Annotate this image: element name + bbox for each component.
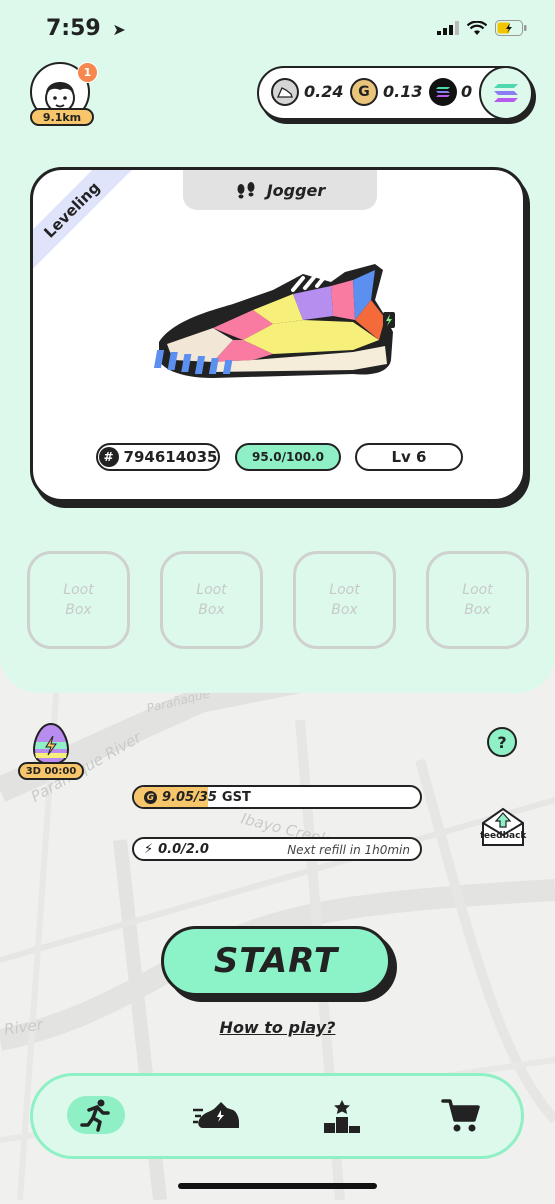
- home-indicator: [178, 1183, 377, 1189]
- gmt-balance: 0.13: [383, 82, 423, 101]
- solana-wallet-button[interactable]: [479, 66, 533, 120]
- wallet-bar[interactable]: 0.24 G 0.13 0: [257, 66, 533, 120]
- nav-sneakers[interactable]: [189, 1094, 245, 1138]
- sneaker-image: [153, 264, 395, 378]
- level-pill: Lv 6: [355, 443, 463, 471]
- cart-icon: [441, 1099, 480, 1132]
- cellular-signal-icon: [437, 21, 459, 35]
- sneaker-card[interactable]: Leveling Jogger # 794614035 95.0/100.0 L…: [30, 167, 526, 502]
- sol-balance: 0: [461, 82, 473, 101]
- location-arrow-icon: ➤: [112, 20, 126, 39]
- feedback-label: feedback: [480, 831, 527, 841]
- loot-box-slot[interactable]: Loot Box: [160, 551, 263, 649]
- status-ribbon: Leveling: [33, 170, 143, 280]
- loot-box-slot[interactable]: Loot Box: [27, 551, 130, 649]
- status-time: 7:59 ➤: [46, 16, 126, 41]
- sneaker-type-label: Jogger: [266, 180, 326, 200]
- energy-bolt-icon: ⚡: [144, 842, 154, 857]
- gst-cap-bar: G 9.05/35 GST: [132, 785, 422, 809]
- sneaker-type-tab: Jogger: [183, 170, 377, 210]
- notification-badge: 1: [77, 62, 98, 83]
- egg-timer: 3D 00:00: [18, 762, 84, 780]
- wifi-icon: [467, 20, 487, 35]
- sneaker-id-pill: # 794614035: [96, 443, 220, 471]
- hash-icon: #: [98, 447, 119, 467]
- loot-box-slot[interactable]: Loot Box: [293, 551, 396, 649]
- sol-coin-icon: [429, 78, 457, 106]
- bottom-nav: [30, 1073, 524, 1159]
- loot-box-slot[interactable]: Loot Box: [426, 551, 529, 649]
- gst-coin-icon: G: [144, 791, 157, 804]
- status-icons: [437, 20, 527, 36]
- gst-cap-text: 9.05/35: [162, 790, 217, 805]
- nav-leaderboard[interactable]: [314, 1094, 370, 1138]
- battery-icon: [495, 20, 527, 36]
- nav-run[interactable]: [67, 1096, 125, 1134]
- gst-balance: 0.24: [304, 82, 344, 101]
- feedback-envelope-icon: [482, 807, 524, 846]
- status-ribbon-label: Leveling: [33, 170, 135, 273]
- energy-bar: ⚡ 0.0/2.0 Next refill in 1h0min: [132, 837, 422, 861]
- energy-text: 0.0/2.0: [158, 842, 209, 857]
- energy-refill-text: Next refill in 1h0min: [287, 843, 410, 857]
- gst-coin-icon: [271, 78, 299, 106]
- help-button[interactable]: ?: [487, 727, 517, 757]
- nav-marketplace[interactable]: [433, 1094, 489, 1138]
- leaderboard-icon: [324, 1100, 360, 1133]
- solana-icon: [494, 84, 518, 102]
- run-icon: [80, 1099, 110, 1132]
- footprints-icon: [237, 182, 255, 199]
- distance-badge: 9.1km: [30, 108, 94, 126]
- sneaker-icon: [193, 1102, 239, 1128]
- gst-cap-unit: GST: [221, 790, 251, 805]
- feedback-button[interactable]: feedback: [480, 805, 526, 849]
- gmt-coin-icon: G: [350, 78, 378, 106]
- how-to-play-link[interactable]: How to play?: [0, 1018, 555, 1037]
- start-button[interactable]: START: [161, 926, 391, 996]
- egg-icon[interactable]: [32, 722, 70, 766]
- durability-pill: 95.0/100.0: [235, 443, 341, 471]
- sneaker-id: 794614035: [123, 448, 218, 466]
